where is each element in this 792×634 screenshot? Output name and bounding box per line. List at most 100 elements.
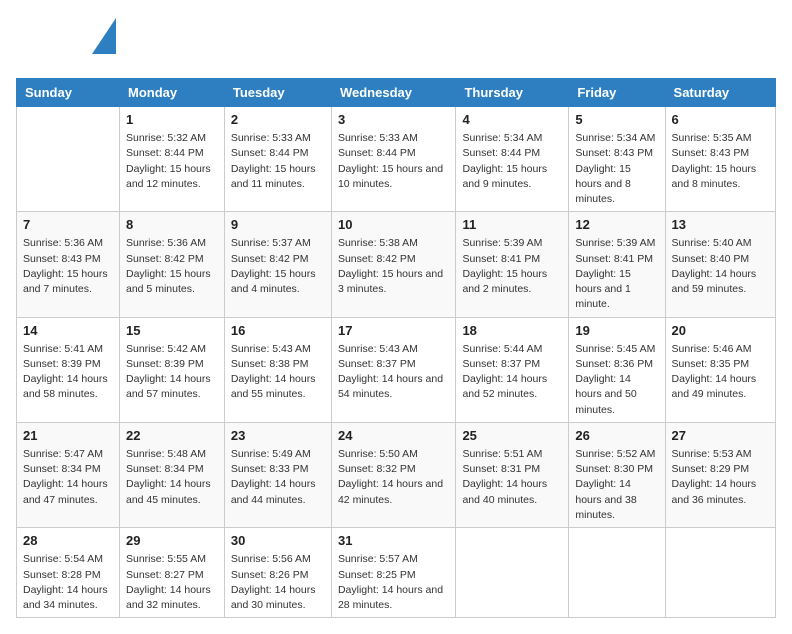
day-number: 3	[338, 111, 449, 129]
day-number: 16	[231, 322, 325, 340]
day-number: 28	[23, 532, 113, 550]
header-cell-monday: Monday	[120, 79, 225, 107]
calendar-cell: 22 Sunrise: 5:48 AM Sunset: 8:34 PM Dayli…	[120, 422, 225, 527]
calendar-cell	[456, 528, 569, 618]
day-number: 17	[338, 322, 449, 340]
calendar-cell: 10 Sunrise: 5:38 AM Sunset: 8:42 PM Dayli…	[331, 212, 455, 317]
cell-info: Sunrise: 5:56 AM Sunset: 8:26 PM Dayligh…	[231, 552, 325, 613]
cell-info: Sunrise: 5:47 AM Sunset: 8:34 PM Dayligh…	[23, 447, 113, 508]
calendar-week-1: 1Sunrise: 5:32 AM Sunset: 8:44 PM Daylig…	[17, 107, 776, 212]
cell-info: Sunrise: 5:55 AM Sunset: 8:27 PM Dayligh…	[126, 552, 218, 613]
header-row: SundayMondayTuesdayWednesdayThursdayFrid…	[17, 79, 776, 107]
calendar-cell: 12 Sunrise: 5:39 AM Sunset: 8:41 PM Dayli…	[569, 212, 665, 317]
day-number: 4	[462, 111, 562, 129]
header-cell-sunday: Sunday	[17, 79, 120, 107]
day-number: 27	[672, 427, 769, 445]
calendar-cell: 6 Sunrise: 5:35 AM Sunset: 8:43 PM Daylig…	[665, 107, 775, 212]
calendar-cell: 9Sunrise: 5:37 AM Sunset: 8:42 PM Daylig…	[224, 212, 331, 317]
calendar-cell: 5 Sunrise: 5:34 AM Sunset: 8:43 PM Daylig…	[569, 107, 665, 212]
cell-info: Sunrise: 5:34 AM Sunset: 8:44 PM Dayligh…	[462, 131, 562, 192]
calendar-cell: 2 Sunrise: 5:33 AM Sunset: 8:44 PM Daylig…	[224, 107, 331, 212]
day-number: 5	[575, 111, 658, 129]
calendar-cell: 8 Sunrise: 5:36 AM Sunset: 8:42 PM Daylig…	[120, 212, 225, 317]
calendar-cell: 23 Sunrise: 5:49 AM Sunset: 8:33 PM Dayli…	[224, 422, 331, 527]
cell-info: Sunrise: 5:36 AM Sunset: 8:42 PM Dayligh…	[126, 236, 218, 297]
calendar-cell	[17, 107, 120, 212]
calendar-table: SundayMondayTuesdayWednesdayThursdayFrid…	[16, 78, 776, 618]
calendar-cell: 24 Sunrise: 5:50 AM Sunset: 8:32 PM Dayli…	[331, 422, 455, 527]
calendar-week-3: 14Sunrise: 5:41 AM Sunset: 8:39 PM Dayli…	[17, 317, 776, 422]
calendar-cell: 17Sunrise: 5:43 AM Sunset: 8:37 PM Dayli…	[331, 317, 455, 422]
cell-info: Sunrise: 5:36 AM Sunset: 8:43 PM Dayligh…	[23, 236, 113, 297]
page-header	[16, 16, 776, 66]
day-number: 26	[575, 427, 658, 445]
header-cell-saturday: Saturday	[665, 79, 775, 107]
calendar-cell: 21 Sunrise: 5:47 AM Sunset: 8:34 PM Dayli…	[17, 422, 120, 527]
calendar-cell: 3 Sunrise: 5:33 AM Sunset: 8:44 PM Daylig…	[331, 107, 455, 212]
cell-info: Sunrise: 5:37 AM Sunset: 8:42 PM Dayligh…	[231, 236, 325, 297]
calendar-cell: 1Sunrise: 5:32 AM Sunset: 8:44 PM Daylig…	[120, 107, 225, 212]
day-number: 6	[672, 111, 769, 129]
calendar-cell: 13 Sunrise: 5:40 AM Sunset: 8:40 PM Dayli…	[665, 212, 775, 317]
header-cell-thursday: Thursday	[456, 79, 569, 107]
cell-info: Sunrise: 5:46 AM Sunset: 8:35 PM Dayligh…	[672, 342, 769, 403]
logo	[16, 16, 116, 66]
day-number: 24	[338, 427, 449, 445]
calendar-cell: 26Sunrise: 5:52 AM Sunset: 8:30 PM Dayli…	[569, 422, 665, 527]
header-cell-wednesday: Wednesday	[331, 79, 455, 107]
day-number: 7	[23, 216, 113, 234]
calendar-cell: 30 Sunrise: 5:56 AM Sunset: 8:26 PM Dayli…	[224, 528, 331, 618]
cell-info: Sunrise: 5:40 AM Sunset: 8:40 PM Dayligh…	[672, 236, 769, 297]
cell-info: Sunrise: 5:35 AM Sunset: 8:43 PM Dayligh…	[672, 131, 769, 192]
calendar-cell: 14Sunrise: 5:41 AM Sunset: 8:39 PM Dayli…	[17, 317, 120, 422]
day-number: 23	[231, 427, 325, 445]
day-number: 21	[23, 427, 113, 445]
day-number: 30	[231, 532, 325, 550]
day-number: 13	[672, 216, 769, 234]
cell-info: Sunrise: 5:33 AM Sunset: 8:44 PM Dayligh…	[231, 131, 325, 192]
day-number: 10	[338, 216, 449, 234]
cell-info: Sunrise: 5:48 AM Sunset: 8:34 PM Dayligh…	[126, 447, 218, 508]
calendar-cell: 18Sunrise: 5:44 AM Sunset: 8:37 PM Dayli…	[456, 317, 569, 422]
day-number: 20	[672, 322, 769, 340]
cell-info: Sunrise: 5:57 AM Sunset: 8:25 PM Dayligh…	[338, 552, 449, 613]
day-number: 25	[462, 427, 562, 445]
cell-info: Sunrise: 5:38 AM Sunset: 8:42 PM Dayligh…	[338, 236, 449, 297]
day-number: 29	[126, 532, 218, 550]
calendar-cell: 16 Sunrise: 5:43 AM Sunset: 8:38 PM Dayli…	[224, 317, 331, 422]
day-number: 18	[462, 322, 562, 340]
calendar-cell: 31Sunrise: 5:57 AM Sunset: 8:25 PM Dayli…	[331, 528, 455, 618]
day-number: 19	[575, 322, 658, 340]
cell-info: Sunrise: 5:39 AM Sunset: 8:41 PM Dayligh…	[462, 236, 562, 297]
calendar-cell: 19Sunrise: 5:45 AM Sunset: 8:36 PM Dayli…	[569, 317, 665, 422]
calendar-cell: 25Sunrise: 5:51 AM Sunset: 8:31 PM Dayli…	[456, 422, 569, 527]
day-number: 14	[23, 322, 113, 340]
cell-info: Sunrise: 5:42 AM Sunset: 8:39 PM Dayligh…	[126, 342, 218, 403]
calendar-header: SundayMondayTuesdayWednesdayThursdayFrid…	[17, 79, 776, 107]
calendar-week-4: 21 Sunrise: 5:47 AM Sunset: 8:34 PM Dayli…	[17, 422, 776, 527]
calendar-cell: 11Sunrise: 5:39 AM Sunset: 8:41 PM Dayli…	[456, 212, 569, 317]
calendar-cell: 7 Sunrise: 5:36 AM Sunset: 8:43 PM Daylig…	[17, 212, 120, 317]
logo-icon	[92, 18, 116, 54]
cell-info: Sunrise: 5:53 AM Sunset: 8:29 PM Dayligh…	[672, 447, 769, 508]
cell-info: Sunrise: 5:43 AM Sunset: 8:38 PM Dayligh…	[231, 342, 325, 403]
calendar-cell: 28 Sunrise: 5:54 AM Sunset: 8:28 PM Dayli…	[17, 528, 120, 618]
cell-info: Sunrise: 5:34 AM Sunset: 8:43 PM Dayligh…	[575, 131, 658, 207]
cell-info: Sunrise: 5:32 AM Sunset: 8:44 PM Dayligh…	[126, 131, 218, 192]
day-number: 2	[231, 111, 325, 129]
cell-info: Sunrise: 5:49 AM Sunset: 8:33 PM Dayligh…	[231, 447, 325, 508]
calendar-week-5: 28 Sunrise: 5:54 AM Sunset: 8:28 PM Dayli…	[17, 528, 776, 618]
cell-info: Sunrise: 5:50 AM Sunset: 8:32 PM Dayligh…	[338, 447, 449, 508]
cell-info: Sunrise: 5:54 AM Sunset: 8:28 PM Dayligh…	[23, 552, 113, 613]
calendar-cell: 29 Sunrise: 5:55 AM Sunset: 8:27 PM Dayli…	[120, 528, 225, 618]
calendar-body: 1Sunrise: 5:32 AM Sunset: 8:44 PM Daylig…	[17, 107, 776, 618]
day-number: 15	[126, 322, 218, 340]
day-number: 8	[126, 216, 218, 234]
day-number: 22	[126, 427, 218, 445]
day-number: 12	[575, 216, 658, 234]
cell-info: Sunrise: 5:33 AM Sunset: 8:44 PM Dayligh…	[338, 131, 449, 192]
cell-info: Sunrise: 5:39 AM Sunset: 8:41 PM Dayligh…	[575, 236, 658, 312]
calendar-cell	[569, 528, 665, 618]
calendar-cell: 27 Sunrise: 5:53 AM Sunset: 8:29 PM Dayli…	[665, 422, 775, 527]
calendar-cell	[665, 528, 775, 618]
